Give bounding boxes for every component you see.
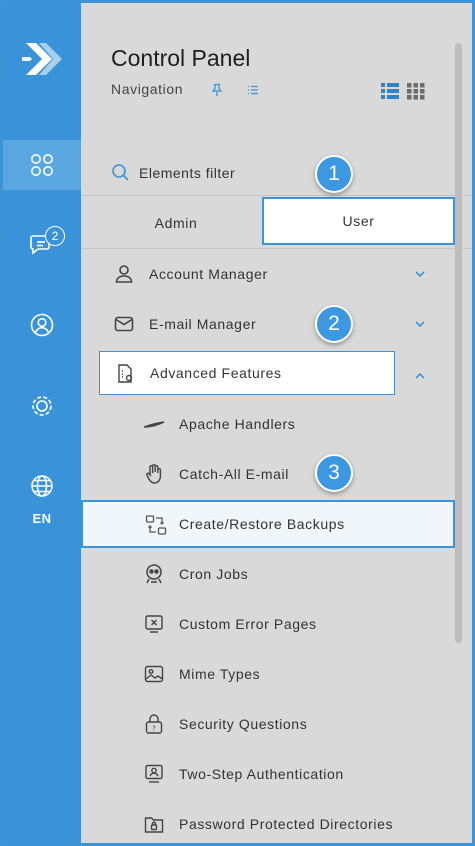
locked-folder-icon — [144, 817, 164, 833]
chevron-down-icon[interactable] — [413, 267, 427, 281]
navigation-label: Navigation — [111, 81, 184, 97]
chat-badge: 2 — [45, 226, 65, 246]
menu-label: Apache Handlers — [179, 416, 296, 432]
menu-apache-handlers[interactable]: Apache Handlers — [81, 399, 472, 449]
list-toggle-button[interactable] — [241, 79, 265, 101]
menu-label: Create/Restore Backups — [179, 516, 345, 532]
list-view-icon[interactable] — [381, 82, 399, 100]
logo-icon[interactable] — [22, 37, 62, 81]
menu-email-manager[interactable]: E-mail Manager — [81, 299, 472, 349]
callout-1: 1 — [315, 155, 353, 193]
menu-create-restore-backups[interactable]: Create/Restore Backups — [81, 500, 455, 548]
menu-security-questions[interactable]: ? Security Questions — [81, 699, 472, 749]
grid-view-icon[interactable] — [407, 82, 425, 100]
callout-2: 2 — [315, 305, 353, 343]
menu-label: Custom Error Pages — [179, 616, 317, 632]
tab-user[interactable]: User — [262, 197, 455, 245]
menu-label: Catch-All E-mail — [179, 466, 289, 482]
menu-label: E-mail Manager — [149, 316, 257, 332]
rail-language[interactable] — [3, 461, 81, 511]
menu-label: Account Manager — [149, 266, 268, 282]
apps-icon — [31, 154, 53, 176]
error-page-icon — [145, 615, 163, 633]
side-rail: 2 EN — [3, 3, 81, 843]
menu-label: Security Questions — [179, 716, 308, 732]
rail-messages[interactable]: 2 — [3, 218, 81, 268]
elements-filter-input[interactable] — [139, 160, 419, 186]
language-label[interactable]: EN — [3, 511, 81, 526]
rail-account[interactable] — [3, 300, 81, 350]
menu-label: Password Protected Directories — [179, 816, 394, 832]
scrollbar[interactable] — [455, 43, 462, 643]
menu-catch-all-email[interactable]: Catch-All E-mail — [81, 449, 472, 499]
control-panel: Control Panel Navigation Elements filter… — [81, 3, 472, 843]
tab-admin[interactable]: Admin — [81, 197, 271, 249]
role-tabs: Admin User — [81, 197, 472, 249]
list-icon — [248, 85, 258, 95]
callout-3: 3 — [315, 454, 353, 492]
svg-text:?: ? — [152, 725, 156, 733]
cron-icon — [146, 564, 162, 584]
menu-mime-types[interactable]: Mime Types — [81, 649, 472, 699]
elements-filter — [81, 148, 472, 196]
document-settings-icon — [118, 364, 133, 383]
pin-button[interactable] — [205, 79, 229, 101]
search-icon — [112, 164, 129, 181]
envelope-icon — [114, 316, 134, 332]
menu-label: Cron Jobs — [179, 566, 249, 582]
rail-settings[interactable] — [3, 381, 81, 431]
feather-icon — [143, 421, 165, 428]
backup-icon — [145, 515, 167, 535]
lock-question-icon: ? — [145, 714, 163, 734]
settings-icon — [32, 396, 52, 416]
menu-password-protected-directories[interactable]: Password Protected Directories — [81, 799, 472, 843]
rail-apps[interactable] — [3, 140, 81, 190]
app-frame: 2 EN Control Panel Navigation Elements f… — [0, 0, 475, 846]
chevron-down-icon[interactable] — [413, 317, 427, 331]
menu-two-step-authentication[interactable]: Two-Step Authentication — [81, 749, 472, 799]
menu-label: Two-Step Authentication — [179, 766, 344, 782]
globe-icon — [31, 475, 53, 497]
page-title: Control Panel — [111, 45, 251, 71]
hand-icon — [146, 464, 162, 484]
chevron-up-icon[interactable] — [413, 369, 427, 383]
menu-account-manager[interactable]: Account Manager — [81, 249, 472, 299]
menu-label: Mime Types — [179, 666, 261, 682]
pin-icon — [211, 83, 223, 96]
user-circle-icon — [30, 313, 54, 337]
menu-custom-error-pages[interactable]: Custom Error Pages — [81, 599, 472, 649]
menu-cron-jobs[interactable]: Cron Jobs — [81, 549, 472, 599]
person-icon — [115, 265, 133, 283]
image-icon — [144, 665, 164, 683]
menu-advanced-features[interactable]: Advanced Features — [99, 351, 395, 395]
menu-label: Advanced Features — [150, 365, 282, 381]
monitor-user-icon — [145, 764, 163, 783]
